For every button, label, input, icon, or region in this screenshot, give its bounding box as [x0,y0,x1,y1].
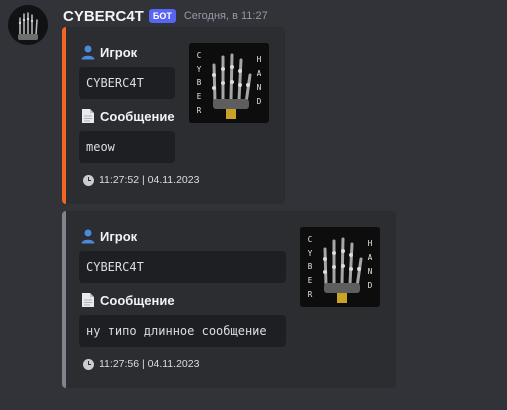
embed-card: Игрок CYBERC4T Сообщение ну типо длинное… [62,211,396,388]
page-icon [82,293,94,307]
field-message-label: Сообщение [80,108,175,124]
thumb-letters-right: HAND [367,238,373,291]
thumb-letters-left: CYBER [307,235,313,299]
user-icon [81,45,95,60]
clock-icon [83,174,94,186]
user-icon [81,229,95,244]
bot-avatar[interactable] [8,5,48,45]
embed-thumbnail[interactable]: CYBER HAND [189,43,269,123]
embed-footer: 11:27:52 | 04.11.2023 [83,174,199,186]
message-value-code: meow [79,131,175,163]
message-value-code: ну типо длинное сообщение [79,315,286,347]
message-timestamp[interactable]: Сегодня, в 11:27 [184,10,268,22]
clock-icon [83,358,94,370]
thumb-letters-left: CYBER [196,51,202,115]
embed-thumbnail[interactable]: CYBER HAND [300,227,380,307]
player-value-code: CYBERC4T [79,251,286,283]
field-player-label: Игрок [80,44,137,60]
embed-card: Игрок CYBERC4T Сообщение meow 11:27:52 |… [62,27,285,204]
cyber-hand-avatar-icon [8,5,48,45]
player-value-code: CYBERC4T [79,67,175,99]
page-icon [82,109,94,123]
bot-badge: БОТ [148,9,176,23]
message-header: CYBERC4T БОТ Сегодня, в 11:27 [63,6,268,26]
author-username[interactable]: CYBERC4T [63,8,144,25]
field-message-label: Сообщение [80,292,175,308]
field-player-label: Игрок [80,228,137,244]
embed-footer: 11:27:56 | 04.11.2023 [83,358,199,370]
thumb-letters-right: HAND [256,54,262,107]
